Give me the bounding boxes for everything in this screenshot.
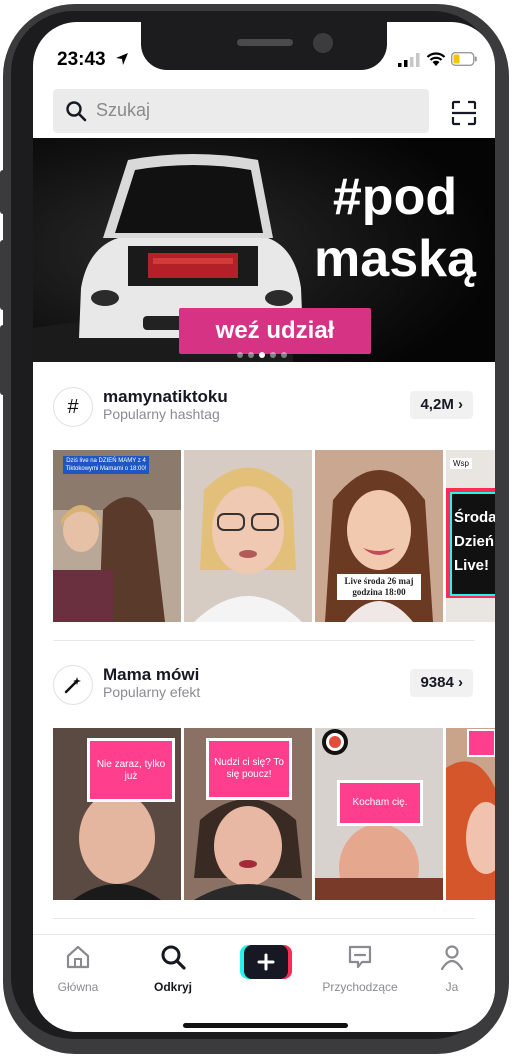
hashtag-icon: # [53,387,93,427]
speaker [237,39,293,46]
status-time: 23:43 [57,49,106,70]
home-icon [66,945,90,969]
video-thumbnail-row: Dziś live na DZIEŃ MAMY z 4 Tiktokowymi … [53,450,495,622]
video-thumbnail[interactable] [184,450,312,622]
effect-card: Kocham cię. [337,780,423,826]
location-arrow-icon [116,53,128,65]
views-count: 4,2M [420,396,454,413]
chevron-right-icon: › [458,396,463,413]
tab-inbox[interactable]: Przychodzące [315,943,405,994]
tab-label: Ja [445,980,459,994]
search-bar[interactable]: Szukaj [53,89,429,133]
thumbnail-image [184,450,312,622]
video-thumbnail[interactable]: Live środa 26 maj godzina 18:00 [315,450,443,622]
wifi-icon [426,52,446,66]
battery-low-icon [451,52,477,66]
thumbnail-caption-lines: Środa Dzień Live! [454,509,495,574]
tab-discover[interactable]: Odkryj [128,943,218,994]
notch [141,22,387,70]
video-thumbnail-row: Nie zaraz, tylko już Nudzi ci się? To si… [53,728,495,900]
section-subtitle: Popularny efekt [103,684,201,700]
effect-wand-icon [53,665,93,705]
discover-icon [161,945,186,970]
videos-count-button[interactable]: 9384 › [410,669,473,697]
chevron-right-icon: › [458,674,463,691]
video-thumbnail[interactable]: Kocham cię. [315,728,443,900]
video-thumbnail[interactable]: Nudzi ci się? To się poucz! [184,728,312,900]
cellular-signal-icon [398,53,420,67]
home-indicator[interactable] [183,1023,348,1028]
scan-qr-icon[interactable] [451,100,477,126]
phone-screen: 23:43 Szukaj #pod maską weź udział # mam… [33,22,495,1032]
carousel-dot-active [259,352,265,358]
section-header-effect[interactable]: Mama mówi Popularny efekt 9384 › [53,665,473,709]
video-thumbnail[interactable]: Wsp Środa Dzień Live! [446,450,495,622]
effect-card: Nie zaraz, tylko już [87,738,175,802]
volume-up-button [0,240,6,310]
tab-label: Odkryj [153,980,192,994]
banner-headline-line1: #pod [332,168,458,226]
volume-down-button [0,325,6,395]
carousel-dot [270,352,276,358]
search-input[interactable]: Szukaj [96,100,150,121]
thumbnail-image [446,728,495,900]
tab-label: Główna [57,980,99,994]
profile-icon [440,945,464,971]
front-camera [313,33,333,53]
videos-count: 9384 [420,674,454,691]
effect-card: Nudzi ci się? To się poucz! [206,738,292,800]
section-divider [53,640,475,641]
search-icon [66,101,87,122]
thumbnail-image [53,450,181,622]
thumbnail-caption: Dziś live na DZIEŃ MAMY z 4 Tiktokowymi … [63,456,149,474]
carousel-dots [237,345,297,358]
section-title: Mama mówi [103,665,200,684]
thumbnail-caption-top: Wsp [450,458,472,469]
carousel-dot [281,352,287,358]
mute-switch [0,170,6,214]
section-header-hashtag[interactable]: # mamynatiktoku Popularny hashtag 4,2M › [53,387,473,431]
carousel-dot [248,352,254,358]
section-subtitle: Popularny hashtag [103,406,220,422]
thumbnail-caption: Live środa 26 maj godzina 18:00 [337,574,421,600]
video-thumbnail[interactable] [446,728,495,900]
promo-banner[interactable]: #pod maską weź udział [33,138,495,362]
tab-profile[interactable]: Ja [407,943,495,994]
banner-headline: #pod maską [295,166,495,290]
inbox-icon [348,945,372,969]
section-divider [53,918,475,919]
banner-headline-line2: maską [314,230,476,288]
views-count-button[interactable]: 4,2M › [410,391,473,419]
tab-label: Przychodzące [322,980,398,994]
carousel-dot [237,352,243,358]
tab-home[interactable]: Główna [33,943,123,994]
video-thumbnail[interactable]: Dziś live na DZIEŃ MAMY z 4 Tiktokowymi … [53,450,181,622]
create-video-button[interactable] [240,945,292,979]
section-title: mamynatiktoku [103,387,228,406]
bottom-tab-bar: Główna Odkryj Przychodzące Ja [33,934,495,1032]
video-thumbnail[interactable]: Nie zaraz, tylko już [53,728,181,900]
